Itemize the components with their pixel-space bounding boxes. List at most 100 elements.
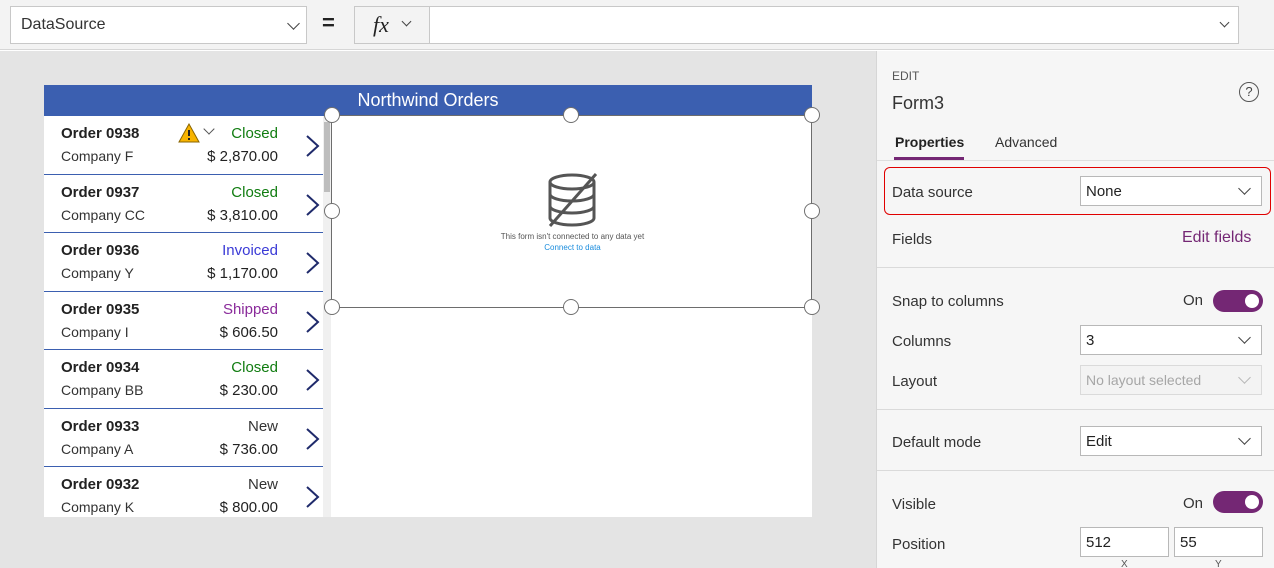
chevron-down-icon bbox=[1238, 182, 1251, 195]
resize-handle-right[interactable] bbox=[804, 203, 820, 219]
columns-dropdown[interactable]: 3 bbox=[1080, 325, 1262, 355]
chevron-right-icon[interactable] bbox=[302, 485, 322, 509]
columns-label: Columns bbox=[892, 333, 952, 350]
property-dropdown[interactable]: DataSource bbox=[10, 6, 307, 44]
order-row[interactable]: Order 0933 Company A New $ 736.00 bbox=[44, 409, 324, 467]
chevron-right-icon[interactable] bbox=[302, 251, 322, 275]
position-y-label: Y bbox=[1215, 559, 1222, 568]
toggle-knob bbox=[1245, 495, 1259, 509]
edit-label: EDIT bbox=[892, 69, 920, 83]
properties-panel: EDIT Form3 ? Properties Advanced Data so… bbox=[876, 51, 1274, 568]
resize-handle-bottom-right[interactable] bbox=[804, 299, 820, 315]
order-row[interactable]: Order 0932 Company K New $ 800.00 bbox=[44, 467, 324, 517]
order-amount: $ 2,870.00 bbox=[207, 148, 278, 165]
position-x-input[interactable]: 512 bbox=[1080, 527, 1169, 557]
gallery-scrollbar[interactable] bbox=[323, 116, 331, 517]
database-disconnected-icon bbox=[548, 173, 598, 227]
order-company: Company CC bbox=[61, 206, 146, 223]
order-status: New bbox=[247, 476, 278, 493]
order-title: Order 0933 bbox=[61, 417, 140, 435]
chevron-right-icon[interactable] bbox=[302, 193, 322, 217]
order-title: Order 0938 bbox=[61, 125, 140, 142]
scrollbar-thumb[interactable] bbox=[324, 122, 330, 192]
resize-handle-bottom-left[interactable] bbox=[324, 299, 340, 315]
order-row[interactable]: Order 0937 Company CC Closed $ 3,810.00 bbox=[44, 175, 324, 233]
order-title: Order 0932 bbox=[61, 476, 140, 493]
formula-input[interactable] bbox=[429, 6, 1239, 44]
resize-handle-bottom[interactable] bbox=[563, 299, 579, 315]
app-title-bar: Northwind Orders bbox=[44, 85, 812, 116]
order-amount: $ 3,810.00 bbox=[207, 206, 278, 224]
chevron-down-icon[interactable] bbox=[203, 123, 215, 135]
order-row[interactable]: Order 0934 Company BB Closed $ 230.00 bbox=[44, 350, 324, 409]
data-source-label: Data source bbox=[892, 184, 973, 201]
edit-fields-link[interactable]: Edit fields bbox=[1182, 229, 1251, 247]
chevron-right-icon[interactable] bbox=[302, 427, 322, 451]
section-divider bbox=[877, 470, 1274, 471]
fx-button[interactable]: fx bbox=[354, 6, 430, 44]
order-row[interactable]: Order 0935 Company I Shipped $ 606.50 bbox=[44, 292, 324, 350]
chevron-right-icon[interactable] bbox=[302, 368, 322, 392]
order-row[interactable]: Order 0936 Company Y Invoiced $ 1,170.00 bbox=[44, 233, 324, 292]
order-status: Closed bbox=[231, 125, 278, 142]
warning-icon[interactable] bbox=[178, 123, 200, 143]
default-mode-value: Edit bbox=[1086, 433, 1112, 450]
power-apps-studio: DataSource = fx Northwind Orders Order 0… bbox=[0, 0, 1274, 568]
chevron-right-icon[interactable] bbox=[302, 134, 322, 158]
position-y-value: 55 bbox=[1180, 534, 1197, 551]
toggle-knob bbox=[1245, 294, 1259, 308]
chevron-down-icon bbox=[287, 17, 300, 30]
chevron-down-icon bbox=[1238, 432, 1251, 445]
order-status: Closed bbox=[231, 359, 278, 376]
snap-to-columns-label: Snap to columns bbox=[892, 293, 1004, 310]
fields-label: Fields bbox=[892, 231, 933, 248]
form-empty-message: This form isn't connected to any data ye… bbox=[500, 232, 645, 241]
tab-properties[interactable]: Properties bbox=[895, 134, 964, 150]
order-title: Order 0934 bbox=[61, 359, 140, 376]
equals-sign: = bbox=[322, 10, 335, 35]
order-company: Company A bbox=[61, 440, 134, 457]
chevron-right-icon[interactable] bbox=[302, 310, 322, 334]
order-row[interactable]: Order 0938 Company F Closed $ 2,870.00 bbox=[44, 116, 324, 175]
fx-icon: fx bbox=[373, 12, 389, 37]
connect-to-data-link[interactable]: Connect to data bbox=[332, 243, 813, 252]
position-label: Position bbox=[892, 536, 946, 553]
tabs-divider bbox=[877, 160, 1274, 161]
resize-handle-left[interactable] bbox=[324, 203, 340, 219]
snap-to-columns-toggle[interactable] bbox=[1213, 290, 1263, 312]
tab-advanced[interactable]: Advanced bbox=[995, 134, 1057, 150]
default-mode-dropdown[interactable]: Edit bbox=[1080, 426, 1262, 456]
position-x-value: 512 bbox=[1086, 534, 1112, 551]
position-y-input[interactable]: 55 bbox=[1174, 527, 1263, 557]
chevron-down-icon bbox=[1238, 331, 1251, 344]
formula-bar: DataSource = fx bbox=[0, 0, 1274, 50]
resize-handle-top-left[interactable] bbox=[324, 107, 340, 123]
visible-toggle[interactable] bbox=[1213, 491, 1263, 513]
form3-control[interactable]: This form isn't connected to any data ye… bbox=[331, 115, 812, 308]
section-divider bbox=[877, 409, 1274, 410]
visible-state-label: On bbox=[1183, 495, 1204, 512]
section-divider bbox=[877, 267, 1274, 268]
chevron-down-icon bbox=[1238, 371, 1251, 384]
expand-formula-icon[interactable] bbox=[1219, 17, 1230, 28]
data-source-dropdown[interactable]: None bbox=[1080, 176, 1262, 206]
default-mode-label: Default mode bbox=[892, 434, 982, 451]
order-status: Shipped bbox=[222, 300, 278, 318]
columns-value: 3 bbox=[1086, 332, 1095, 349]
order-company: Company Y bbox=[61, 265, 134, 281]
help-icon[interactable]: ? bbox=[1239, 82, 1259, 102]
order-company: Company I bbox=[61, 323, 129, 340]
snap-state-label: On bbox=[1183, 292, 1204, 309]
order-amount: $ 1,170.00 bbox=[207, 265, 278, 282]
order-title: Order 0936 bbox=[61, 242, 140, 259]
layout-dropdown: No layout selected bbox=[1080, 365, 1262, 395]
layout-value: No layout selected bbox=[1086, 372, 1202, 388]
resize-handle-top-right[interactable] bbox=[804, 107, 820, 123]
order-status: New bbox=[247, 417, 278, 435]
order-status: Invoiced bbox=[222, 242, 278, 259]
resize-handle-top[interactable] bbox=[563, 107, 579, 123]
chevron-down-icon bbox=[401, 16, 412, 27]
orders-gallery[interactable]: Order 0938 Company F Closed $ 2,870.00 Order… bbox=[44, 116, 331, 517]
order-company: Company BB bbox=[61, 382, 144, 398]
selected-control-name: Form3 bbox=[892, 93, 945, 113]
